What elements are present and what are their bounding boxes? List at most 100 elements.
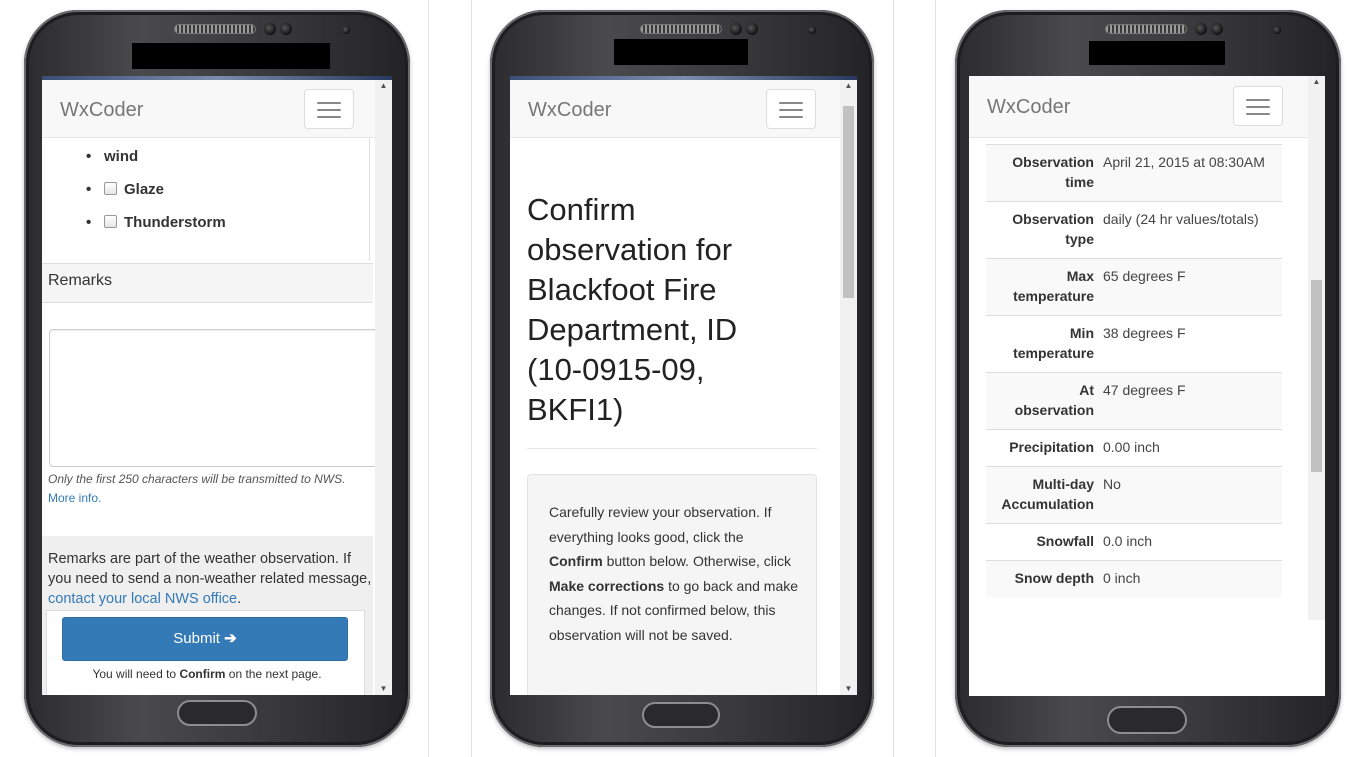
row-label-line: Snowfall [1036, 533, 1094, 549]
sensor [1211, 23, 1223, 35]
hamburger-icon [1246, 99, 1270, 101]
row-label: Precipitation [986, 429, 1103, 467]
brand-title[interactable]: WxCoder [60, 99, 143, 122]
note-before: You will need to [92, 667, 177, 681]
hamburger-icon [779, 102, 803, 104]
row-label-line: Precipitation [1009, 439, 1094, 455]
redaction-bar [1089, 41, 1225, 65]
scroll-thumb[interactable] [378, 94, 389, 264]
row-value: 47 degrees F [1103, 372, 1282, 430]
row-label-line: Observation [1012, 211, 1094, 227]
speaker-grille [640, 24, 722, 34]
home-button[interactable] [1107, 706, 1187, 734]
instr-confirm: Confirm [549, 553, 603, 569]
front-camera [730, 23, 742, 35]
phone-screen-2: WxCoder Confirm observation for Blackfoo… [510, 76, 857, 695]
observation-table-body: Observation time April 21, 2015 at 08:30AM… [986, 144, 1282, 597]
row-label-line: temperature [1013, 288, 1094, 304]
hamburger-icon-bar [1246, 113, 1270, 115]
row-label: Observation type [986, 201, 1103, 259]
menu-toggle-button[interactable] [766, 89, 816, 129]
contact-nws-link[interactable]: contact your local NWS office [48, 591, 237, 607]
row-label-line: observation [1014, 402, 1094, 418]
table-row: Min temperature 38 degrees F [986, 315, 1282, 373]
list-item: Thunderstorm [86, 214, 226, 231]
sensor [746, 23, 758, 35]
scroll-down-arrow-icon[interactable]: ▼ [375, 683, 392, 695]
phone-frame-2: WxCoder Confirm observation for Blackfoo… [490, 10, 874, 747]
sensor [1273, 26, 1281, 34]
instructions-text: Carefully review your observation. If ev… [549, 500, 801, 647]
table-row: Max temperature 65 degrees F [986, 258, 1282, 316]
scroll-up-arrow-icon[interactable]: ▲ [375, 80, 392, 92]
home-button[interactable] [642, 702, 720, 728]
home-button[interactable] [177, 700, 257, 726]
more-info-link[interactable]: More info. [48, 491, 101, 505]
thunderstorm-checkbox[interactable] [104, 215, 117, 228]
phone-frame-1: WxCoder wind Glaze Thunderstorm Remarks … [24, 10, 410, 747]
sensor [280, 23, 292, 35]
redaction-bar [614, 39, 748, 65]
hamburger-icon-bar [779, 109, 803, 111]
note-after: on the next page. [228, 667, 322, 681]
instr-part: Carefully review your observation. If ev… [549, 504, 772, 545]
list-item-label: Thunderstorm [124, 214, 226, 231]
row-label-line: temperature [1013, 345, 1094, 361]
row-value: 65 degrees F [1103, 258, 1282, 316]
brand-title[interactable]: WxCoder [987, 96, 1070, 119]
table-row: Precipitation 0.00 inch [986, 429, 1282, 467]
brand-title[interactable]: WxCoder [528, 99, 611, 122]
page-title: Confirm observation for Blackfoot Fire D… [527, 192, 738, 427]
sensor [808, 26, 816, 34]
remarks-textarea[interactable] [49, 329, 380, 467]
row-label-line: Accumulation [1001, 496, 1094, 512]
row-label-line: Min [1069, 325, 1094, 341]
phone-screen-3: WxCoder Observation time April 21, 2015 at… [969, 76, 1325, 696]
menu-toggle-button[interactable] [304, 89, 354, 129]
row-label: Snowfall [986, 523, 1103, 561]
table-row: At observation 47 degrees F [986, 372, 1282, 430]
row-label-line: At [1079, 382, 1094, 398]
speaker-grille [1105, 24, 1187, 34]
row-label-line: type [1065, 231, 1094, 247]
instr-part: button below. Otherwise, click [606, 553, 791, 569]
scroll-up-arrow-icon[interactable]: ▲ [840, 80, 857, 92]
notice-text: Remarks are part of the weather observat… [48, 549, 372, 609]
scroll-up-arrow-icon[interactable]: ▲ [1308, 76, 1325, 88]
hamburger-icon-bar [317, 116, 341, 118]
instr-make-corrections: Make corrections [549, 577, 665, 594]
panel-divider [428, 0, 429, 757]
hamburger-icon-bar [779, 116, 803, 118]
row-label-line: Snow depth [1014, 570, 1094, 586]
front-camera [1195, 23, 1207, 35]
scrollbar[interactable]: ▲ [1308, 76, 1325, 620]
confirm-note: You will need to Confirm on the next pag… [62, 667, 352, 681]
scroll-down-arrow-icon[interactable]: ▼ [840, 683, 857, 695]
row-value: 0.0 inch [1103, 523, 1282, 561]
hamburger-icon [317, 102, 341, 104]
front-camera [264, 23, 276, 35]
row-label-line: Multi-day [1032, 476, 1094, 492]
table-row: Snowfall 0.0 inch [986, 523, 1282, 561]
row-label: Multi-day Accumulation [986, 466, 1103, 524]
row-label: Observation time [986, 144, 1103, 202]
sensor [342, 26, 350, 34]
submit-button[interactable]: Submit ➔ [62, 617, 348, 661]
weather-list: wind Glaze Thunderstorm [42, 138, 370, 261]
glaze-checkbox[interactable] [104, 182, 117, 195]
menu-toggle-button[interactable] [1233, 86, 1283, 126]
scroll-thumb[interactable] [1311, 280, 1322, 472]
list-item-label: Glaze [124, 181, 165, 198]
scrollbar[interactable]: ▲ ▼ [375, 80, 392, 695]
table-row: Observation type daily (24 hr values/total… [986, 201, 1282, 259]
navbar: WxCoder [42, 80, 392, 138]
list-item: Glaze [86, 181, 165, 198]
row-value: daily (24 hr values/totals) [1103, 201, 1282, 259]
scroll-thumb[interactable] [843, 106, 854, 298]
help-text: Only the first 250 characters will be tr… [48, 472, 346, 486]
list-item: wind [86, 148, 138, 165]
scrollbar[interactable]: ▲ ▼ [840, 80, 857, 695]
table-row: Observation time April 21, 2015 at 08:30AM [986, 144, 1282, 202]
row-label: Snow depth [986, 560, 1103, 597]
phone-frame-3: WxCoder Observation time April 21, 2015 at… [955, 10, 1341, 747]
